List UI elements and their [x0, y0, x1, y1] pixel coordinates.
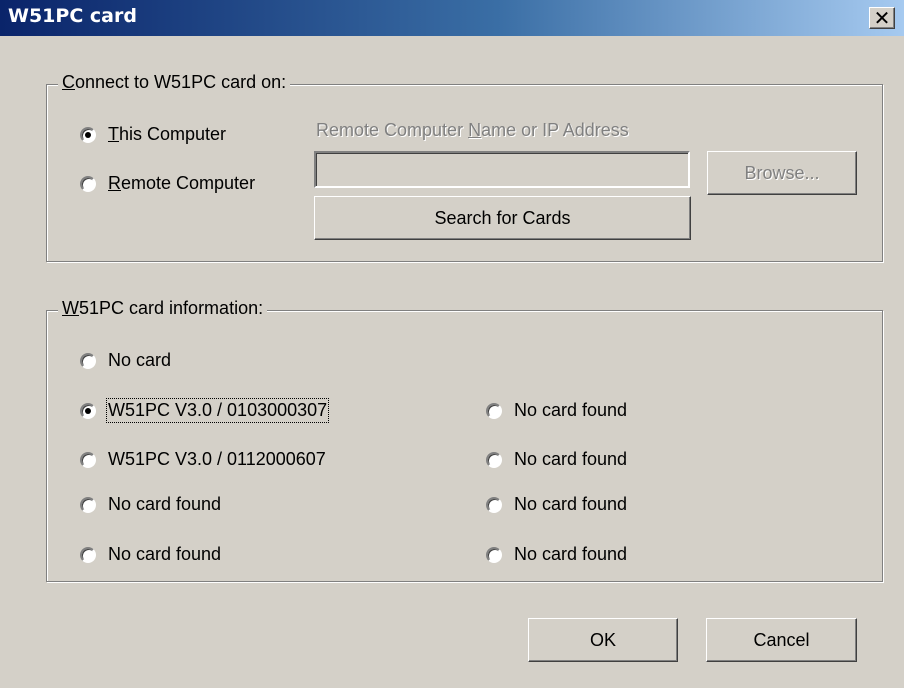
radio-card-left-3[interactable]: No card found — [80, 494, 221, 515]
radio-remote-computer[interactable]: Remote Computer — [80, 173, 255, 194]
radio-card-left-2-label: W51PC V3.0 / 0112000607 — [108, 449, 326, 469]
cancel-button-label: Cancel — [753, 629, 810, 650]
radio-this-computer[interactable]: This Computer — [80, 124, 226, 145]
radio-card-left-1[interactable]: W51PC V3.0 / 0103000307 — [80, 398, 330, 423]
search-for-cards-button[interactable]: Search for Cards — [314, 196, 691, 240]
radio-circle — [80, 352, 96, 369]
radio-card-left-4-label: No card found — [108, 544, 222, 564]
radio-circle — [80, 175, 96, 192]
radio-card-left-1-label: W51PC V3.0 / 0103000307 — [105, 398, 330, 423]
radio-circle — [486, 546, 502, 563]
radio-circle — [486, 402, 502, 419]
radio-card-right-3[interactable]: No card found — [486, 494, 627, 515]
radio-card-right-1[interactable]: No card found — [486, 400, 627, 421]
radio-no-card-label: No card — [108, 350, 172, 370]
radio-card-left-4[interactable]: No card found — [80, 544, 221, 565]
radio-card-left-3-label: No card found — [108, 494, 222, 514]
radio-circle — [486, 496, 502, 513]
radio-circle-checked — [80, 126, 96, 143]
radio-card-left-2[interactable]: W51PC V3.0 / 0112000607 — [80, 449, 326, 470]
radio-card-right-4[interactable]: No card found — [486, 544, 627, 565]
radio-card-right-3-label: No card found — [514, 494, 628, 514]
radio-circle — [80, 496, 96, 513]
title-bar: W51PC card ✕ — [0, 0, 904, 36]
radio-card-right-2-label: No card found — [514, 449, 628, 469]
radio-circle — [80, 451, 96, 468]
close-button[interactable]: ✕ — [869, 7, 895, 29]
cancel-button[interactable]: Cancel — [706, 618, 857, 662]
radio-card-right-2[interactable]: No card found — [486, 449, 627, 470]
browse-button[interactable]: Browse... — [707, 151, 857, 195]
window-title: W51PC card — [8, 5, 137, 27]
radio-this-computer-label: This Computer — [108, 124, 227, 144]
card-info-group-legend: W51PC card information: — [58, 298, 268, 319]
card-info-group — [46, 310, 883, 582]
connect-group-legend: Connect to W51PC card on: — [58, 72, 291, 93]
radio-circle-checked — [80, 402, 96, 419]
radio-remote-computer-label: Remote Computer — [108, 173, 256, 193]
radio-no-card[interactable]: No card — [80, 350, 171, 371]
radio-circle — [486, 451, 502, 468]
radio-card-right-4-label: No card found — [514, 544, 628, 564]
radio-card-right-1-label: No card found — [514, 400, 628, 420]
close-icon: ✕ — [873, 6, 891, 30]
ok-button[interactable]: OK — [528, 618, 678, 662]
remote-computer-input[interactable] — [314, 151, 690, 188]
ok-button-label: OK — [589, 629, 616, 650]
search-for-cards-label: Search for Cards — [434, 207, 571, 228]
browse-button-label: Browse... — [744, 162, 820, 183]
radio-circle — [80, 546, 96, 563]
remote-computer-name-label: Remote Computer Name or IP Address — [316, 120, 629, 140]
